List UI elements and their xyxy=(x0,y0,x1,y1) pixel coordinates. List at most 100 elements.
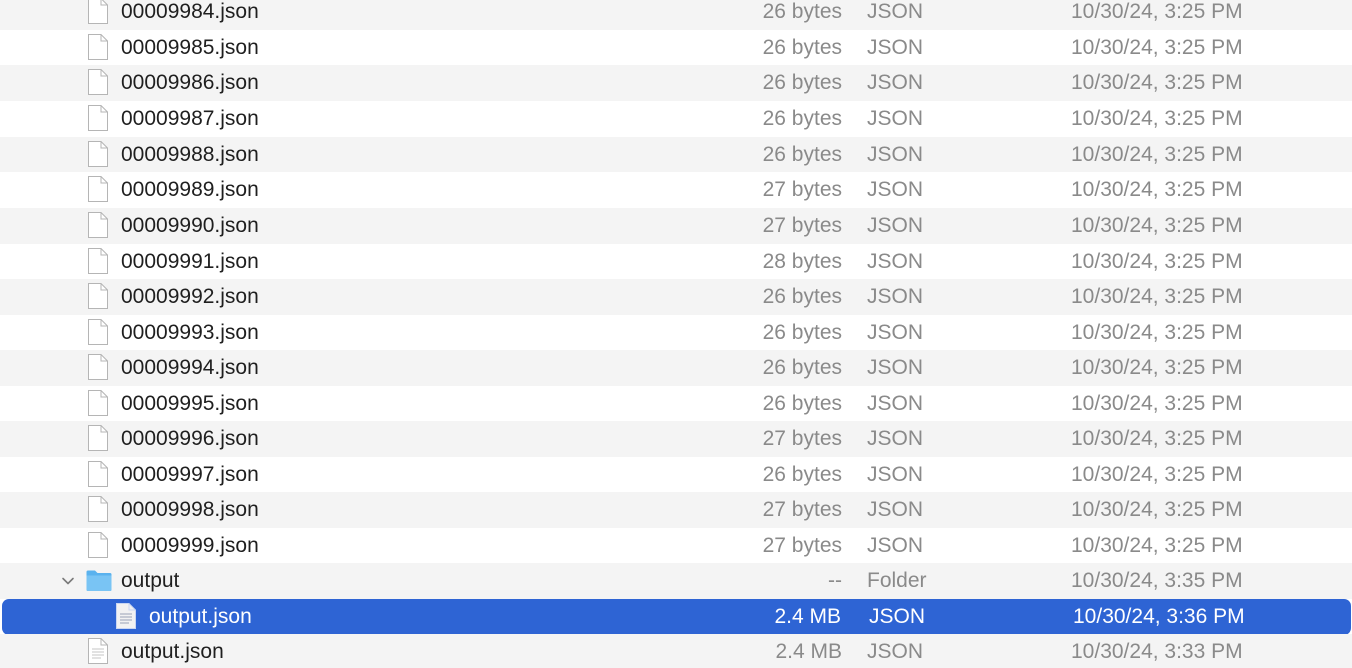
chevron-down-icon[interactable] xyxy=(61,574,75,588)
file-name: 00009988.json xyxy=(121,143,259,166)
file-name: 00009990.json xyxy=(121,214,259,237)
file-date-modified: 10/30/24, 3:25 PM xyxy=(1071,285,1243,308)
file-row[interactable]: 00009992.json 26 bytes JSON 10/30/24, 3:… xyxy=(0,279,1352,315)
file-row[interactable]: 00009986.json 26 bytes JSON 10/30/24, 3:… xyxy=(0,65,1352,101)
document-icon xyxy=(87,318,109,346)
file-kind: JSON xyxy=(867,214,924,237)
file-name: 00009985.json xyxy=(121,36,259,59)
file-row[interactable]: 00009991.json 28 bytes JSON 10/30/24, 3:… xyxy=(0,244,1352,280)
file-row[interactable]: 00009998.json 27 bytes JSON 10/30/24, 3:… xyxy=(0,492,1352,528)
file-list: 00009984.json 26 bytes JSON 10/30/24, 3:… xyxy=(0,0,1352,668)
file-row[interactable]: 00009995.json 26 bytes JSON 10/30/24, 3:… xyxy=(0,386,1352,422)
file-date-modified: 10/30/24, 3:25 PM xyxy=(1071,392,1243,415)
file-date-modified: 10/30/24, 3:25 PM xyxy=(1071,427,1243,450)
file-row[interactable]: 00009984.json 26 bytes JSON 10/30/24, 3:… xyxy=(0,0,1352,30)
file-name: 00009993.json xyxy=(121,321,259,344)
document-icon xyxy=(87,531,109,559)
file-name: 00009984.json xyxy=(121,0,259,23)
file-kind: JSON xyxy=(867,0,924,23)
file-size: 26 bytes xyxy=(762,356,842,379)
folder-name: output xyxy=(121,569,180,592)
file-size: 26 bytes xyxy=(762,0,842,23)
document-icon xyxy=(87,0,109,25)
file-date-modified: 10/30/24, 3:25 PM xyxy=(1071,321,1243,344)
file-name: 00009999.json xyxy=(121,534,259,557)
file-size: 27 bytes xyxy=(762,427,842,450)
document-icon xyxy=(87,495,109,523)
file-row[interactable]: 00009989.json 27 bytes JSON 10/30/24, 3:… xyxy=(0,172,1352,208)
file-name: 00009986.json xyxy=(121,71,259,94)
file-kind: JSON xyxy=(867,534,924,557)
document-icon xyxy=(87,247,109,275)
file-date-modified: 10/30/24, 3:25 PM xyxy=(1071,214,1243,237)
file-kind: JSON xyxy=(867,178,924,201)
file-size: 26 bytes xyxy=(762,285,842,308)
file-kind: JSON xyxy=(867,285,924,308)
file-size: 27 bytes xyxy=(762,498,842,521)
document-icon xyxy=(87,68,109,96)
document-icon xyxy=(87,140,109,168)
file-size: 28 bytes xyxy=(762,250,842,273)
file-date-modified: 10/30/24, 3:25 PM xyxy=(1071,356,1243,379)
file-size: 27 bytes xyxy=(762,214,842,237)
file-size: 26 bytes xyxy=(762,71,842,94)
file-kind: JSON xyxy=(867,321,924,344)
file-date-modified: 10/30/24, 3:25 PM xyxy=(1071,143,1243,166)
file-date-modified: 10/30/24, 3:25 PM xyxy=(1071,107,1243,130)
document-filled-icon xyxy=(115,602,137,630)
document-icon xyxy=(87,460,109,488)
file-name: output.json xyxy=(121,640,224,663)
file-row[interactable]: 00009996.json 27 bytes JSON 10/30/24, 3:… xyxy=(0,421,1352,457)
file-name: 00009998.json xyxy=(121,498,259,521)
file-row[interactable]: 00009990.json 27 bytes JSON 10/30/24, 3:… xyxy=(0,208,1352,244)
file-size: 26 bytes xyxy=(762,143,842,166)
document-icon xyxy=(87,33,109,61)
folder-icon xyxy=(85,569,113,592)
file-kind: Folder xyxy=(867,569,927,592)
file-size: 26 bytes xyxy=(762,107,842,130)
file-kind: JSON xyxy=(867,250,924,273)
file-size: -- xyxy=(828,569,842,592)
file-kind: JSON xyxy=(867,71,924,94)
document-filled-icon xyxy=(87,637,109,665)
file-date-modified: 10/30/24, 3:25 PM xyxy=(1071,71,1243,94)
file-row[interactable]: 00009993.json 26 bytes JSON 10/30/24, 3:… xyxy=(0,315,1352,351)
file-row[interactable]: 00009985.json 26 bytes JSON 10/30/24, 3:… xyxy=(0,30,1352,66)
file-kind: JSON xyxy=(867,392,924,415)
file-date-modified: 10/30/24, 3:36 PM xyxy=(1073,605,1245,628)
file-date-modified: 10/30/24, 3:25 PM xyxy=(1071,178,1243,201)
file-kind: JSON xyxy=(867,356,924,379)
file-kind: JSON xyxy=(867,427,924,450)
file-date-modified: 10/30/24, 3:35 PM xyxy=(1071,569,1243,592)
file-name: output.json xyxy=(149,605,252,628)
file-date-modified: 10/30/24, 3:25 PM xyxy=(1071,36,1243,59)
file-date-modified: 10/30/24, 3:25 PM xyxy=(1071,463,1243,486)
file-name: 00009987.json xyxy=(121,107,259,130)
document-icon xyxy=(87,175,109,203)
file-size: 26 bytes xyxy=(762,36,842,59)
file-date-modified: 10/30/24, 3:25 PM xyxy=(1071,498,1243,521)
folder-row-output[interactable]: output -- Folder 10/30/24, 3:35 PM xyxy=(0,563,1352,599)
document-icon xyxy=(87,353,109,381)
file-kind: JSON xyxy=(867,463,924,486)
file-row[interactable]: 00009988.json 26 bytes JSON 10/30/24, 3:… xyxy=(0,137,1352,173)
document-icon xyxy=(87,211,109,239)
file-size: 2.4 MB xyxy=(775,640,842,663)
file-row[interactable]: 00009999.json 27 bytes JSON 10/30/24, 3:… xyxy=(0,528,1352,564)
file-row[interactable]: 00009994.json 26 bytes JSON 10/30/24, 3:… xyxy=(0,350,1352,386)
document-icon xyxy=(87,104,109,132)
file-date-modified: 10/30/24, 3:33 PM xyxy=(1071,640,1243,663)
file-kind: JSON xyxy=(867,498,924,521)
file-kind: JSON xyxy=(867,107,924,130)
file-kind: JSON xyxy=(867,143,924,166)
file-kind: JSON xyxy=(869,605,926,628)
file-row[interactable]: 00009997.json 26 bytes JSON 10/30/24, 3:… xyxy=(0,457,1352,493)
file-size: 26 bytes xyxy=(762,321,842,344)
file-kind: JSON xyxy=(867,640,924,663)
file-row[interactable]: output.json 2.4 MB JSON 10/30/24, 3:33 P… xyxy=(0,634,1352,668)
document-icon xyxy=(87,389,109,417)
file-kind: JSON xyxy=(867,36,924,59)
file-row-selected[interactable]: output.json 2.4 MB JSON 10/30/24, 3:36 P… xyxy=(2,599,1351,635)
file-row[interactable]: 00009987.json 26 bytes JSON 10/30/24, 3:… xyxy=(0,101,1352,137)
file-name: 00009995.json xyxy=(121,392,259,415)
